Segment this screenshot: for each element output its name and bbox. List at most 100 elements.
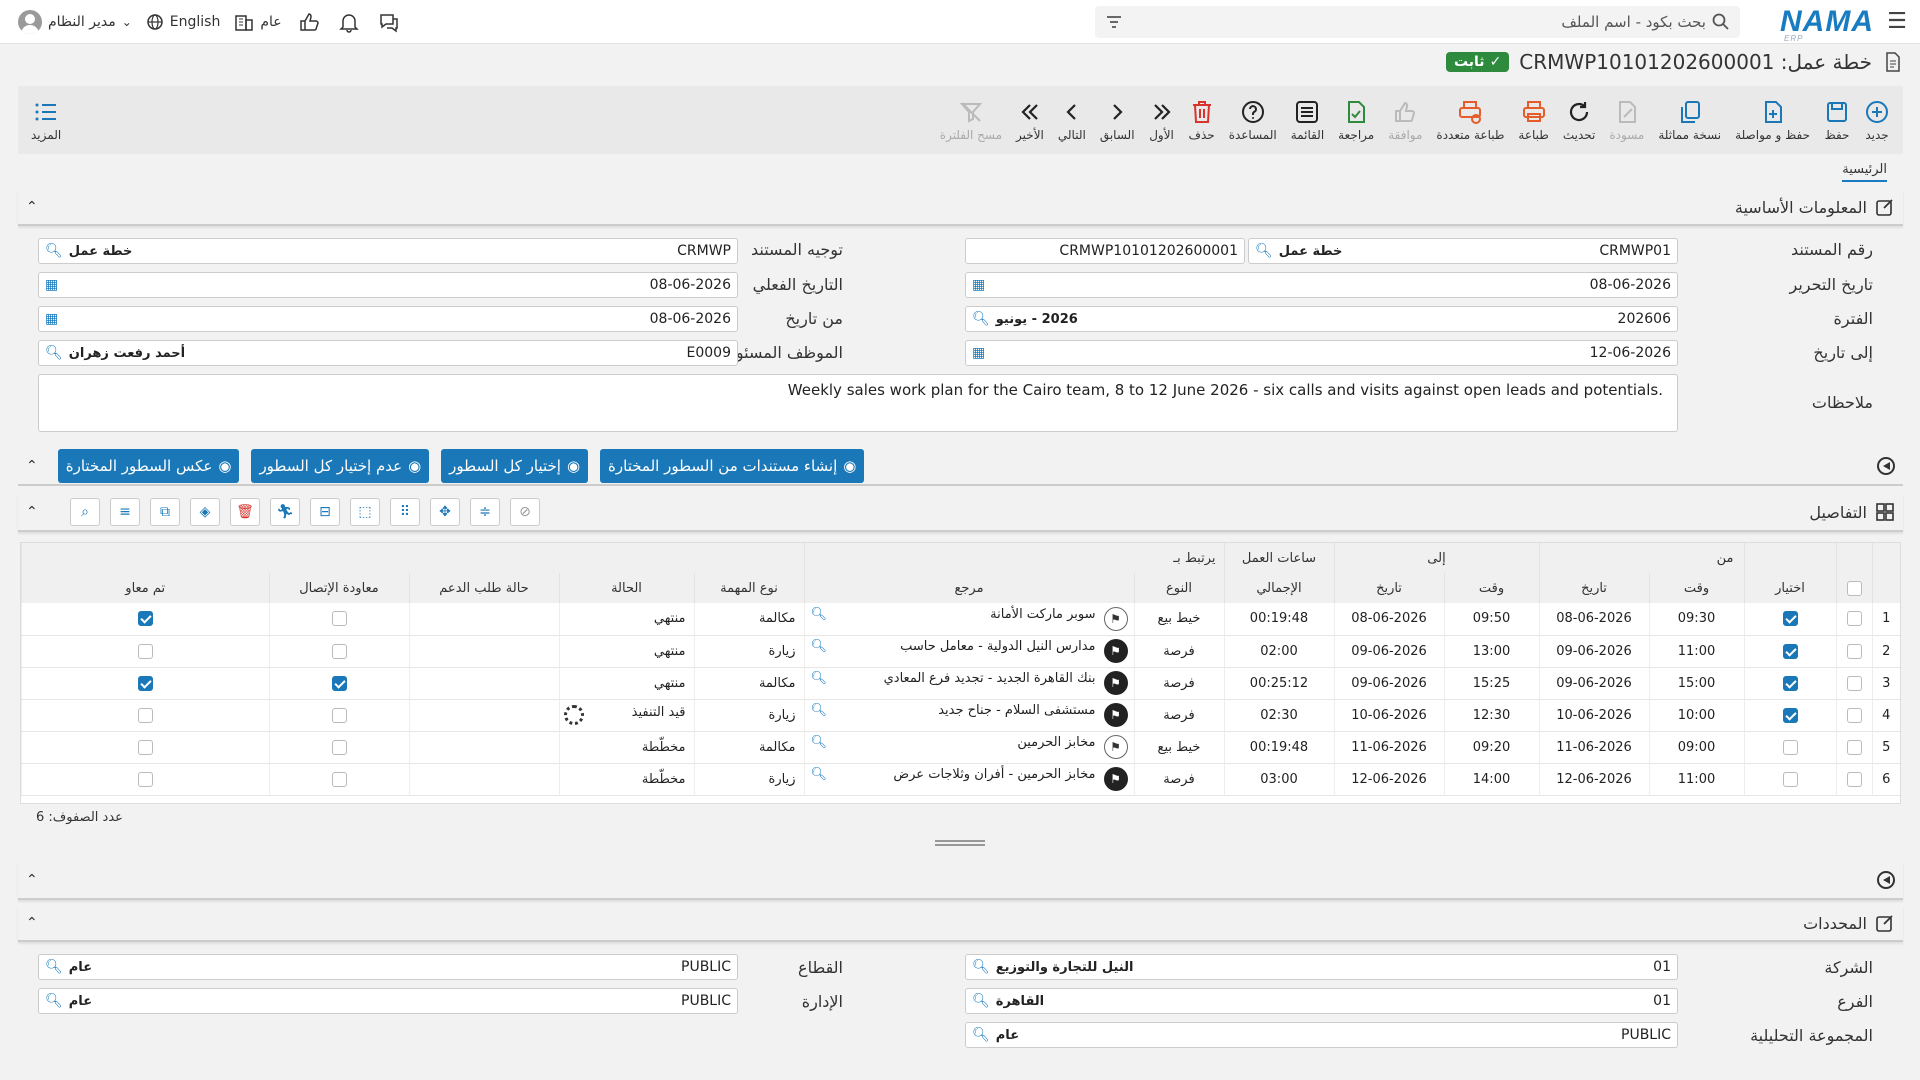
done-checkbox[interactable]	[137, 643, 153, 659]
col-status[interactable]: الحالة	[558, 573, 694, 603]
col-type[interactable]: النوع	[1133, 573, 1224, 603]
chat-icon[interactable]	[376, 9, 402, 35]
to-date-field[interactable]: 12-06-2026 ▦	[965, 340, 1678, 366]
edit-date-field[interactable]: 08-06-2026 ▦	[965, 272, 1678, 298]
select-checkbox[interactable]	[1782, 675, 1798, 691]
cell-ref[interactable]: ⚑ مدارس النيل الدولية - معامل حاسب 🔍︎	[803, 635, 1134, 668]
deselect-all-button[interactable]: ◉ عدم إختيار كل السطور	[251, 449, 430, 483]
lookup-icon[interactable]: 🔍︎	[811, 703, 828, 718]
first-button[interactable]: الأول	[1142, 90, 1182, 150]
filter-icon[interactable]	[1105, 13, 1123, 31]
cell-callback[interactable]	[268, 603, 409, 636]
cell-done[interactable]	[21, 667, 269, 700]
employee-field[interactable]: E0009 أحمد رفعت زهران 🔍︎	[38, 340, 738, 366]
callback-checkbox[interactable]	[331, 771, 347, 787]
select-cell[interactable]	[1743, 603, 1836, 636]
dims-header[interactable]: المحددات ⌃	[18, 906, 1903, 942]
select-checkbox[interactable]	[1782, 739, 1798, 755]
col-support-status[interactable]: حالة طلب الدعم	[408, 573, 559, 603]
callback-checkbox[interactable]	[331, 739, 347, 755]
cell-done[interactable]	[21, 635, 269, 668]
col-task-type[interactable]: نوع المهمة	[693, 573, 804, 603]
cell-callback[interactable]	[268, 699, 409, 732]
lookup-icon[interactable]: 🔍︎	[811, 735, 828, 750]
row-checkbox[interactable]	[1846, 611, 1862, 627]
run-icon[interactable]: 🏃︎	[270, 498, 300, 526]
refresh-button[interactable]: تحديث	[1556, 90, 1603, 150]
fit-icon[interactable]: ⬚	[350, 498, 380, 526]
table-row[interactable]: 6 11:00 12-06-2026 14:00 12-06-2026 03:00 فرصة…	[21, 763, 1900, 796]
select-checkbox[interactable]	[1782, 707, 1798, 723]
new-button[interactable]: جديد	[1857, 90, 1897, 150]
cell-callback[interactable]	[268, 763, 409, 796]
cell-done[interactable]	[21, 731, 269, 764]
callback-checkbox[interactable]	[331, 675, 347, 691]
callback-checkbox[interactable]	[331, 643, 347, 659]
move-icon[interactable]: ✥	[430, 498, 460, 526]
select-cell[interactable]	[1743, 667, 1836, 700]
col-total[interactable]: الإجمالي	[1223, 573, 1334, 603]
next-button[interactable]: التالي	[1051, 90, 1093, 150]
row-select-cell[interactable]	[1835, 731, 1872, 764]
period-field[interactable]: 202606 2026 - يونيو 🔍︎	[965, 306, 1678, 332]
list-button[interactable]: القائمة	[1284, 90, 1331, 150]
col-to-date[interactable]: تاريخ	[1333, 573, 1444, 603]
draft-button[interactable]: مسودة	[1602, 90, 1651, 150]
row-select-cell[interactable]	[1835, 763, 1872, 796]
layers-icon[interactable]: ◈	[190, 498, 220, 526]
row-checkbox[interactable]	[1846, 771, 1862, 787]
thumbs-up-icon[interactable]	[296, 9, 322, 35]
group-field[interactable]: PUBLIC عام 🔍︎	[965, 1022, 1678, 1048]
select-cell[interactable]	[1743, 699, 1836, 732]
cell-ref[interactable]: ⚑ بنك القاهرة الجديد - تجديد فرع المعادي 🔍…	[803, 667, 1134, 700]
play-circle-icon[interactable]	[1877, 871, 1895, 889]
lookup-icon[interactable]: 🔍︎	[811, 671, 828, 686]
row-select-cell[interactable]	[1835, 699, 1872, 732]
delete-row-icon[interactable]: 🗑︎	[230, 498, 260, 526]
cell-ref[interactable]: ⚑ مخابز الحرمين 🔍︎	[803, 731, 1134, 764]
done-checkbox[interactable]	[137, 739, 153, 755]
language-switch[interactable]: English	[146, 13, 220, 31]
lookup-icon[interactable]: 🔍︎	[811, 767, 828, 782]
col-to-time[interactable]: وقت	[1443, 573, 1539, 603]
row-checkbox[interactable]	[1846, 643, 1862, 659]
select-all-checkbox[interactable]	[1846, 580, 1862, 596]
notes-field[interactable]: Weekly sales work plan for the Cairo tea…	[38, 374, 1678, 432]
multi-print-button[interactable]: طباعة متعددة	[1429, 90, 1511, 150]
save-continue-button[interactable]: حفظ و مواصلة	[1728, 90, 1817, 150]
dots-grid-icon[interactable]: ⠿	[390, 498, 420, 526]
chevron-up-icon[interactable]: ⌃	[26, 199, 38, 215]
logo[interactable]: NAMA ERP	[1780, 6, 1874, 42]
callback-checkbox[interactable]	[331, 611, 347, 627]
select-checkbox[interactable]	[1782, 643, 1798, 659]
sector-field[interactable]: PUBLIC عام 🔍︎	[38, 954, 738, 980]
align-icon[interactable]: ⊟	[310, 498, 340, 526]
done-checkbox[interactable]	[137, 707, 153, 723]
duplicate-button[interactable]: نسخة مماثلة	[1651, 90, 1728, 150]
cell-done[interactable]	[21, 699, 269, 732]
delete-button[interactable]: حذف	[1182, 90, 1222, 150]
invert-selection-button[interactable]: ◉ عكس السطور المختارة	[57, 449, 240, 483]
select-checkbox[interactable]	[1782, 771, 1798, 787]
cell-done[interactable]	[21, 603, 269, 636]
resize-handle[interactable]	[935, 840, 985, 846]
row-checkbox[interactable]	[1846, 707, 1862, 723]
select-cell[interactable]	[1743, 731, 1836, 764]
select-checkbox[interactable]	[1782, 611, 1798, 627]
cell-done[interactable]	[21, 763, 269, 796]
row-checkbox[interactable]	[1846, 675, 1862, 691]
zoom-search-icon[interactable]: ⌕	[70, 498, 100, 526]
dept-field[interactable]: PUBLIC عام 🔍︎	[38, 988, 738, 1014]
row-select-cell[interactable]	[1835, 667, 1872, 700]
doc-dir-field[interactable]: CRMWP خطة عمل 🔍︎	[38, 238, 738, 264]
basic-info-header[interactable]: المعلومات الأساسية ⌃	[18, 190, 1903, 226]
actual-date-field[interactable]: 08-06-2026 ▦	[38, 272, 738, 298]
approve-button[interactable]: موافقة	[1381, 90, 1429, 150]
done-checkbox[interactable]	[137, 611, 153, 627]
col-from-time[interactable]: وقت	[1648, 573, 1744, 603]
scope-switch[interactable]: عام	[234, 12, 282, 32]
play-circle-icon[interactable]	[1877, 457, 1895, 475]
table-row[interactable]: 2 11:00 09-06-2026 13:00 09-06-2026 02:00 فرصة…	[21, 635, 1900, 668]
save-button[interactable]: حفظ	[1817, 90, 1857, 150]
table-row[interactable]: 4 10:00 10-06-2026 12:30 10-06-2026 02:30 فرصة…	[21, 699, 1900, 732]
